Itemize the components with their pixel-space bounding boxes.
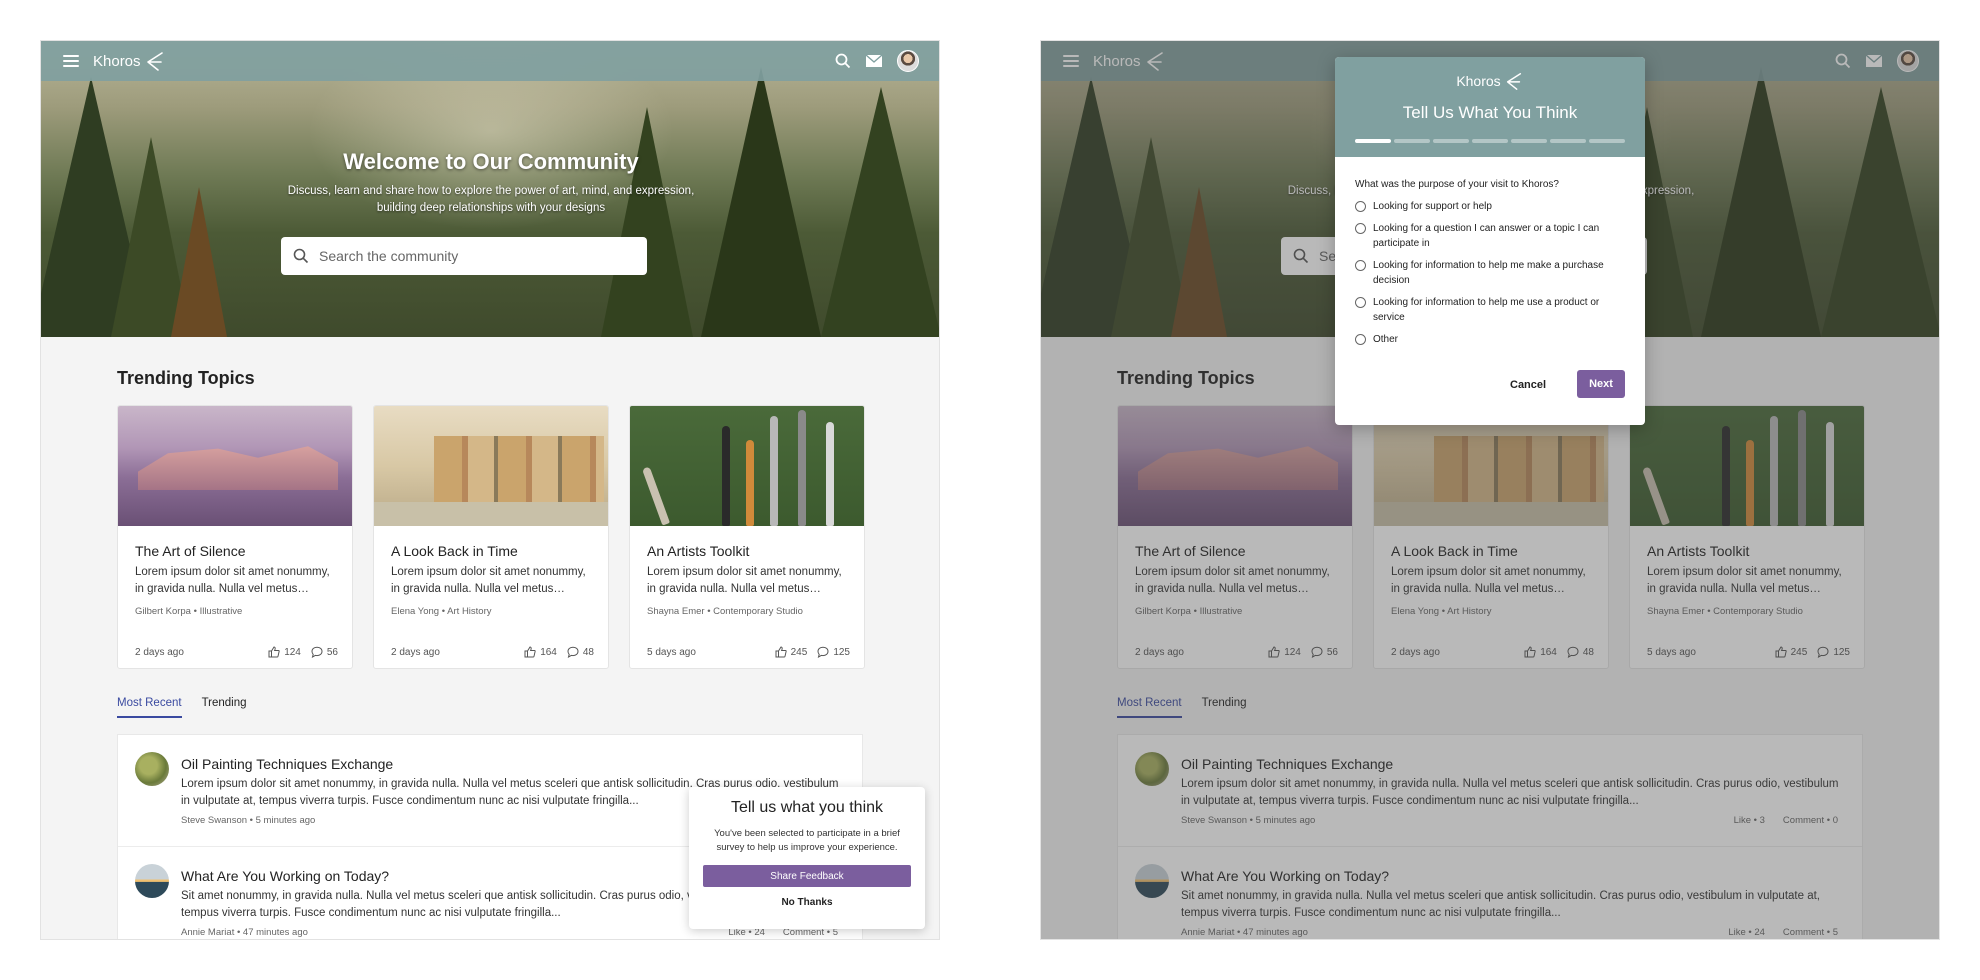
topic-card-meta: Elena Yong • Art History [391,606,492,617]
hero-banner: Welcome to Our Community Discuss, learn … [41,41,939,337]
radio-button[interactable] [1355,201,1366,212]
topic-card-description: Lorem ipsum dolor sit amet nonummy, in g… [391,566,586,595]
comment-icon [311,646,323,658]
survey-title: Tell Us What You Think [1402,103,1578,122]
topic-card-image [118,406,352,526]
post-title[interactable]: What Are You Working on Today? [181,868,389,884]
topic-card-time: 5 days ago [647,646,696,658]
topic-card-time: 2 days ago [391,646,440,658]
khoros-logo-icon [146,52,163,71]
hero-subtitle: Discuss, learn and share how to explore … [287,185,695,214]
comment-icon [817,646,829,658]
post-meta: Annie Mariat • 47 minutes ago [181,927,308,938]
topic-card-image [374,406,608,526]
progress-segment [1433,139,1469,143]
progress-segment [1511,139,1547,143]
progress-segment [1589,139,1625,143]
survey-option[interactable]: Looking for a question I can answer or a… [1355,221,1625,251]
search-icon [293,248,309,264]
topic-card-time: 2 days ago [135,646,184,658]
survey-option-label: Looking for a question I can answer or a… [1373,223,1600,249]
toast-title: Tell us what you think [730,799,884,816]
topic-card[interactable]: The Art of Silence Lorem ipsum dolor sit… [117,405,353,669]
topic-card-title[interactable]: The Art of Silence [135,543,246,559]
comment-icon [567,646,579,658]
top-navigation-bar: Khoros [41,41,939,81]
brand-name: Khoros [1456,73,1501,89]
topic-card-title[interactable]: An Artists Toolkit [647,543,749,559]
survey-option[interactable]: Other [1355,332,1625,347]
brand-logo[interactable]: Khoros [93,50,166,72]
community-page-left: Welcome to Our Community Discuss, learn … [40,40,940,940]
tab-trending[interactable]: Trending [202,697,247,718]
brand-name: Khoros [93,52,141,70]
post-title[interactable]: Oil Painting Techniques Exchange [181,756,393,772]
modal-brand-logo: Khoros [1335,71,1645,91]
survey-modal: Khoros Tell Us What You Think What was t… [1335,57,1645,425]
thumbs-up-icon [524,646,536,658]
survey-option[interactable]: Looking for information to help me use a… [1355,295,1625,325]
toast-message: You've been selected to participate in a… [714,828,900,853]
survey-option-label: Looking for information to help me use a… [1373,297,1600,323]
trending-cards: The Art of Silence Lorem ipsum dolor sit… [117,405,865,669]
like-count[interactable]: 124 [268,646,301,658]
trending-topics-title: Trending Topics [117,368,255,388]
search-icon[interactable] [835,53,851,69]
survey-option-label: Looking for support or help [1373,201,1492,212]
like-count[interactable]: 164 [524,646,557,658]
topic-card-meta: Gilbert Korpa • Illustrative [135,606,243,617]
feedback-toast: Tell us what you think You've been selec… [689,787,925,929]
mail-icon[interactable] [865,54,883,68]
thumbs-up-icon [268,646,280,658]
community-search-box[interactable] [281,237,647,275]
progress-segment [1472,139,1508,143]
radio-button[interactable] [1355,260,1366,271]
like-count[interactable]: 245 [775,646,807,658]
avatar [135,864,169,898]
khoros-logo-icon [1506,73,1521,90]
survey-option[interactable]: Looking for support or help [1355,199,1625,214]
comment-count[interactable]: 125 [817,646,850,658]
user-avatar[interactable] [897,50,919,72]
feed-tabs: Most Recent Trending [117,697,247,718]
topic-card-description: Lorem ipsum dolor sit amet nonummy, in g… [135,566,330,595]
survey-option-label: Other [1373,334,1399,345]
survey-option-label: Looking for information to help me make … [1373,260,1604,286]
topic-card[interactable]: A Look Back in Time Lorem ipsum dolor si… [373,405,609,669]
survey-options: Looking for support or help Looking for … [1355,199,1625,354]
tab-most-recent[interactable]: Most Recent [117,697,182,718]
share-feedback-button[interactable]: Share Feedback [703,865,911,887]
hero-title: Welcome to Our Community [343,149,639,174]
search-input[interactable] [319,248,619,264]
topic-card-image [630,406,864,526]
survey-progress-bar [1355,139,1625,143]
cancel-button[interactable]: Cancel [1510,379,1546,391]
radio-button[interactable] [1355,297,1366,308]
community-page-right: Welcome to Our Community Discuss, learn … [1040,40,1940,940]
radio-button[interactable] [1355,334,1366,345]
post-meta: Steve Swanson • 5 minutes ago [181,815,316,826]
menu-icon[interactable] [63,55,79,67]
progress-segment [1355,139,1391,143]
topic-card-title[interactable]: A Look Back in Time [391,543,518,559]
avatar [135,752,169,786]
thumbs-up-icon [775,646,787,658]
comment-count[interactable]: 56 [311,646,338,658]
comment-count[interactable]: 48 [567,646,594,658]
topic-card[interactable]: An Artists Toolkit Lorem ipsum dolor sit… [629,405,865,669]
progress-segment [1550,139,1586,143]
survey-question: What was the purpose of your visit to Kh… [1355,179,1559,190]
survey-modal-header: Khoros Tell Us What You Think [1335,57,1645,157]
next-button[interactable]: Next [1577,370,1625,398]
no-thanks-link[interactable]: No Thanks [689,897,925,908]
survey-option[interactable]: Looking for information to help me make … [1355,258,1625,288]
topic-card-description: Lorem ipsum dolor sit amet nonummy, in g… [647,566,842,595]
progress-segment [1394,139,1430,143]
radio-button[interactable] [1355,223,1366,234]
topic-card-meta: Shayna Emer • Contemporary Studio [647,606,803,617]
